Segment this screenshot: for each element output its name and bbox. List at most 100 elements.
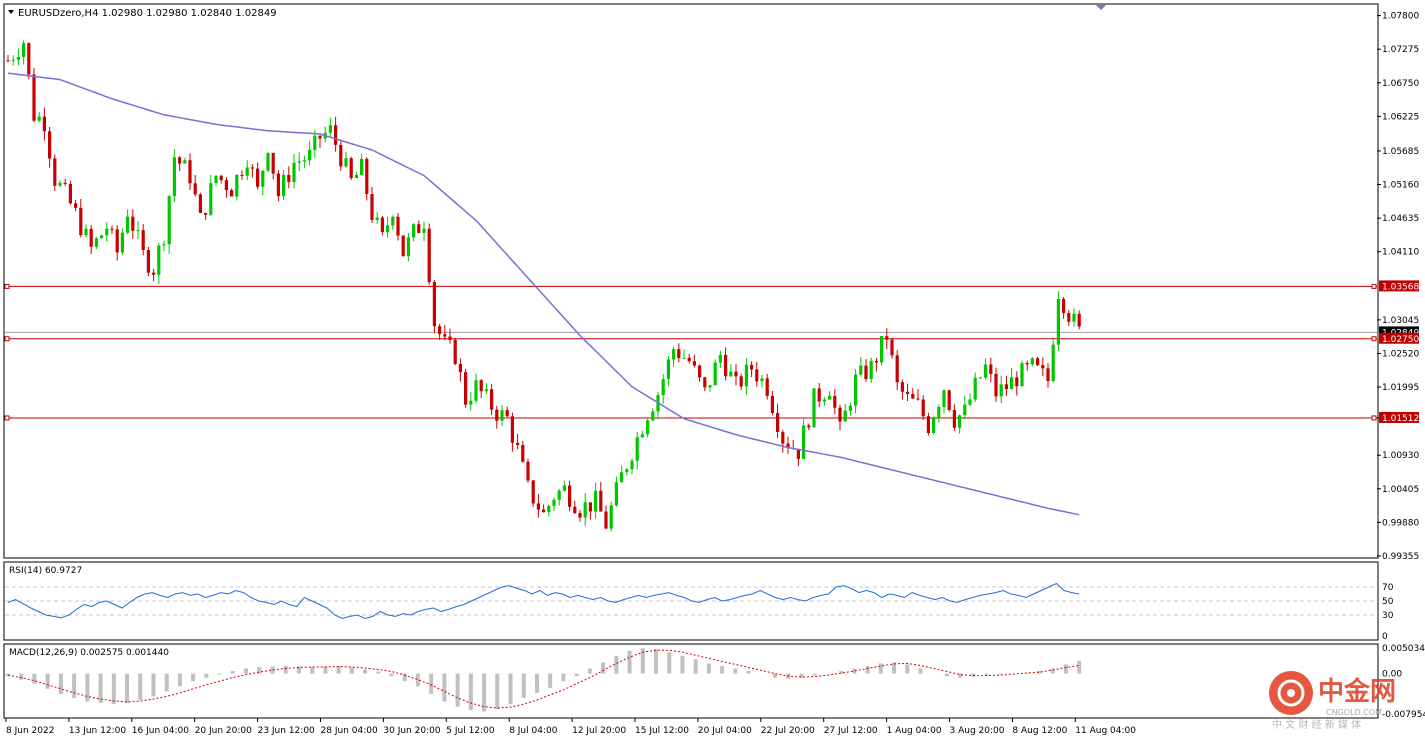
level-handle[interactable]: [4, 283, 10, 289]
price-tick-label: 1.07800: [1382, 12, 1419, 22]
candle-body: [812, 388, 816, 428]
candle-body: [708, 385, 712, 388]
candle-body: [214, 175, 218, 184]
candle-body: [6, 60, 10, 62]
candle-body: [432, 282, 436, 327]
candle[interactable]: [947, 389, 951, 412]
candle[interactable]: [432, 279, 436, 334]
candle-body: [916, 398, 920, 400]
candle-body: [115, 229, 119, 253]
level-handle[interactable]: [4, 415, 10, 421]
price-tick-label: 1.06750: [1382, 79, 1419, 89]
candle[interactable]: [349, 156, 353, 180]
candle-body: [838, 407, 842, 422]
price-tick-label: 1.06225: [1382, 112, 1419, 122]
candle-body: [609, 505, 613, 529]
candle[interactable]: [453, 337, 457, 366]
candle-body: [588, 502, 592, 512]
rsi-tick-label: 50: [1382, 597, 1394, 607]
candle[interactable]: [146, 246, 150, 277]
candle-body: [718, 354, 722, 363]
candle[interactable]: [27, 42, 31, 80]
candle[interactable]: [53, 154, 57, 192]
candle[interactable]: [266, 152, 270, 173]
candle-body: [302, 160, 306, 162]
macd-tick-label: 0.005034: [1382, 644, 1425, 654]
candle[interactable]: [1056, 291, 1060, 352]
level-handle[interactable]: [1371, 415, 1377, 421]
level-handle[interactable]: [1371, 336, 1377, 342]
time-tick-label: 1 Aug 04:00: [887, 726, 942, 736]
candle-body: [984, 364, 988, 378]
candle[interactable]: [198, 192, 202, 214]
candle-body: [1051, 344, 1055, 381]
candle-body: [536, 503, 540, 510]
candle-body: [755, 369, 759, 382]
price-axis: 1.07800 1.07275 1.06750 1.06225 1.05685 1.051…: [1377, 12, 1419, 562]
candle-body: [552, 499, 556, 506]
candle-body: [744, 364, 748, 387]
price-tick-label: 1.04110: [1382, 248, 1419, 258]
price-tick-label: 1.00930: [1382, 451, 1419, 461]
candle[interactable]: [464, 368, 468, 408]
candle[interactable]: [401, 235, 405, 257]
candle[interactable]: [869, 357, 873, 383]
candle-body: [292, 162, 296, 182]
candle[interactable]: [932, 416, 936, 435]
candle[interactable]: [713, 359, 717, 386]
candle-body: [505, 410, 509, 417]
candle-body: [84, 228, 88, 236]
candle-body: [573, 506, 577, 514]
candle-body: [32, 74, 36, 121]
candle-body: [354, 174, 358, 179]
candle[interactable]: [880, 336, 884, 366]
candle-body: [531, 480, 535, 504]
candle[interactable]: [1020, 360, 1024, 387]
candle-body: [911, 393, 915, 399]
candle-body: [963, 404, 967, 416]
macd-panel[interactable]: [3, 643, 1379, 719]
candle-body: [370, 194, 374, 220]
candle-body: [516, 442, 520, 446]
candle-body: [94, 238, 98, 247]
macd-tick-label: -0.007954: [1382, 710, 1425, 720]
time-tick-label: 5 Jul 12:00: [446, 726, 495, 736]
symbol-header[interactable]: EURUSDzero,H4 1.02980 1.02980 1.02840 1.…: [8, 8, 277, 19]
candle-body: [1015, 377, 1019, 387]
time-tick-label: 8 Aug 12:00: [1012, 726, 1067, 736]
candle-body: [635, 437, 639, 461]
candle-body: [734, 371, 738, 377]
candle[interactable]: [365, 157, 369, 201]
candle-body: [22, 43, 26, 58]
candle-body: [63, 182, 67, 184]
candle[interactable]: [609, 501, 613, 532]
candle-body: [952, 409, 956, 428]
candle-body: [703, 377, 707, 388]
candle-body: [406, 237, 410, 257]
candle[interactable]: [68, 180, 72, 205]
candle-body: [578, 513, 582, 518]
level-handle[interactable]: [1371, 283, 1377, 289]
time-tick-label: 11 Aug 04:00: [1075, 726, 1136, 736]
candle-body: [817, 388, 821, 402]
candle-body: [640, 434, 644, 438]
candle[interactable]: [526, 458, 530, 483]
candle[interactable]: [427, 223, 431, 285]
main-panel[interactable]: [3, 3, 1379, 559]
candle-body: [1067, 313, 1071, 322]
time-tick-label: 20 Jul 04:00: [698, 726, 752, 736]
candle-body: [937, 406, 941, 419]
candle-body: [162, 244, 166, 246]
candle[interactable]: [235, 174, 239, 201]
candle-body: [126, 216, 130, 233]
candle-body: [458, 364, 462, 373]
candle[interactable]: [531, 479, 535, 507]
level-handle[interactable]: [4, 336, 10, 342]
candle[interactable]: [812, 388, 816, 428]
candle-body: [240, 174, 244, 176]
candle[interactable]: [1036, 356, 1040, 367]
candle-body: [926, 416, 930, 434]
candle-body: [880, 336, 884, 363]
candle-body: [942, 390, 946, 407]
price-tick-label: 1.05685: [1382, 147, 1419, 157]
